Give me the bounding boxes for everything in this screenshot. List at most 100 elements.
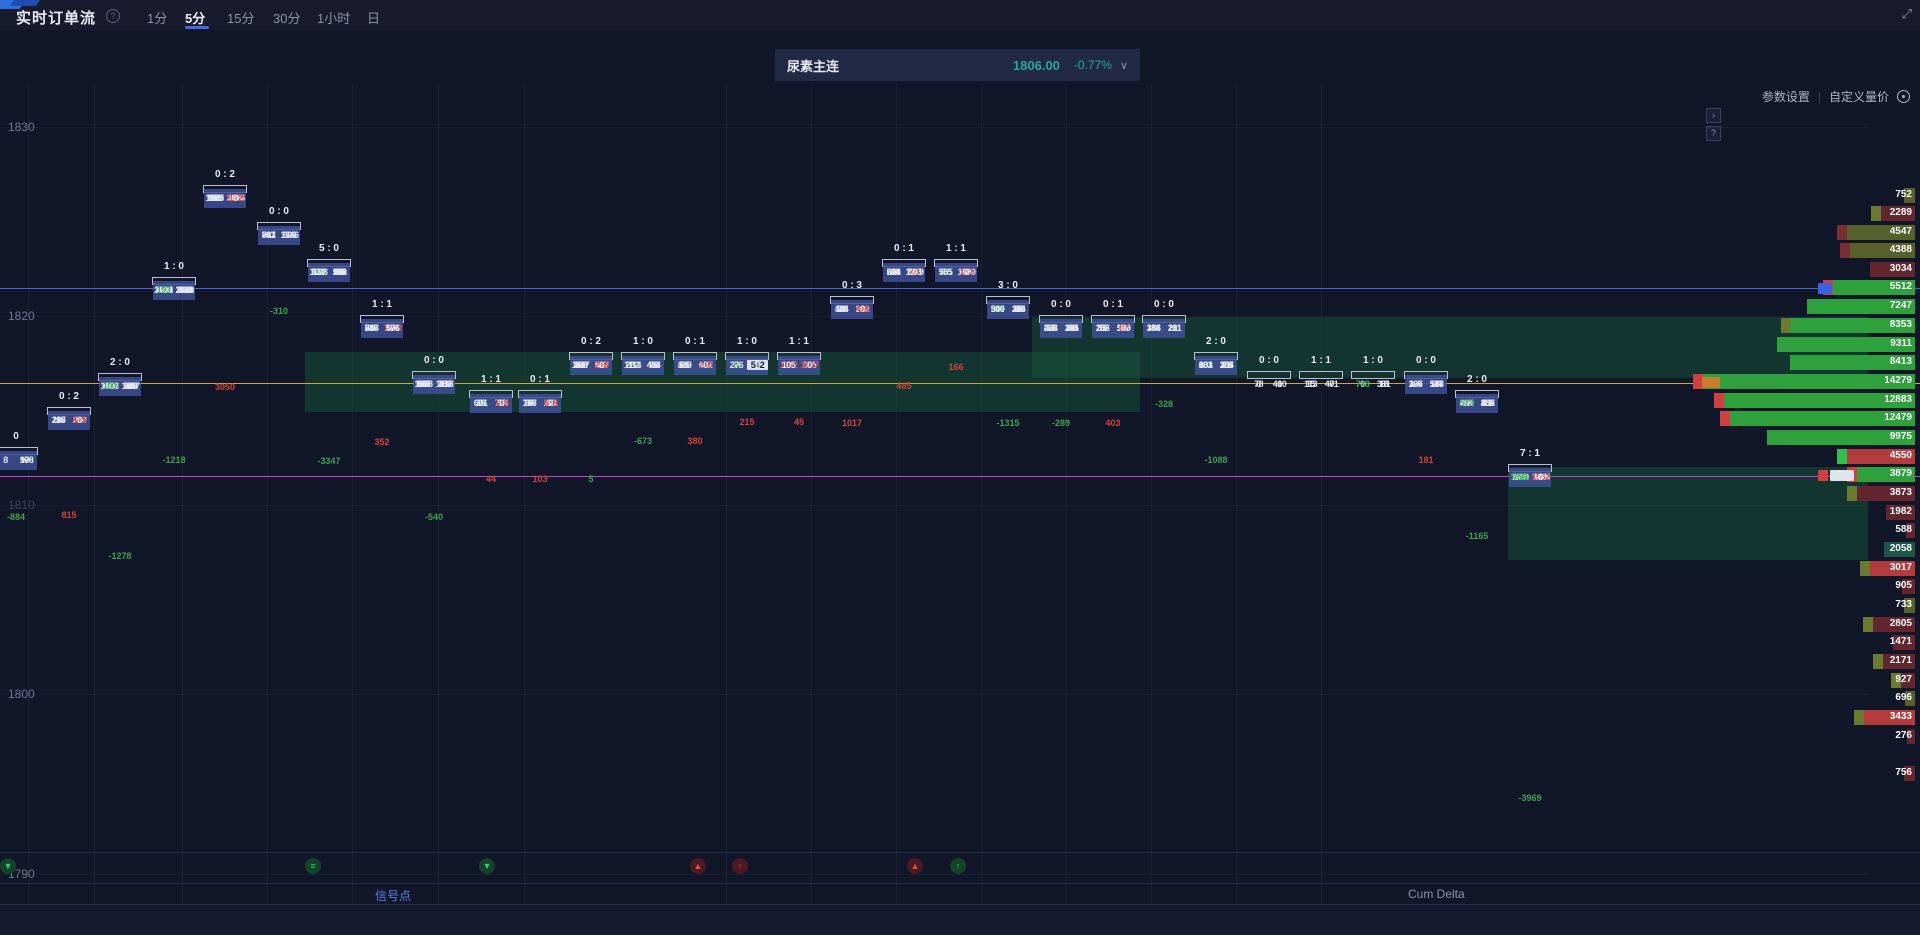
footprint-delta-footer: -1218 <box>144 455 204 465</box>
footprint-cell: 59 <box>570 360 591 370</box>
footprint-imbalance-header: 1 : 1 <box>1291 355 1351 366</box>
footprint-imbalance-header: 1 : 1 <box>926 243 986 254</box>
footprint-column[interactable]: 028611814405000302434416790 <box>830 296 874 304</box>
footprint-row: 80 <box>0 451 37 470</box>
footprint-cell: 4 <box>1008 304 1029 314</box>
volume-profile-value: 3879 <box>1890 468 1912 479</box>
volume-profile-bar <box>1703 374 1915 389</box>
volume-profile-value: 1471 <box>1890 636 1912 647</box>
footprint-cell: 0 <box>643 360 664 370</box>
footprint-column[interactable]: 3924244210446350757520122304204461305892… <box>307 259 351 267</box>
footprint-column[interactable]: 0233343876012048331661030 <box>1194 352 1238 360</box>
volume-profile-value: 2805 <box>1890 618 1912 629</box>
footprint-column[interactable]: 032772412721954283542340 <box>1039 315 1083 323</box>
footprint-column[interactable]: 97167109662438280850 <box>673 352 717 360</box>
footprint-column[interactable]: 09622149355412095095406154930 <box>882 259 926 267</box>
footprint-column[interactable]: 015161731385702526760 <box>1091 315 1135 323</box>
footprint-delta-footer: 181 <box>1396 455 1456 465</box>
signal-pane-label: 信号点 <box>375 887 411 904</box>
footprint-column[interactable]: 4532505511978205513401617200920891840207… <box>152 277 196 285</box>
footprint-row: 5300 <box>308 263 350 282</box>
footprint-row: 150 <box>1300 375 1342 394</box>
gridline-vertical <box>981 85 982 904</box>
volume-profile-value: 905 <box>1895 580 1912 591</box>
footprint-cell: 5 <box>935 267 956 277</box>
footprint-cell: 15 <box>1300 379 1321 389</box>
footprint-column[interactable]: 2831813462111542011380 <box>1142 315 1186 323</box>
signal-marker[interactable]: ≡ <box>305 858 321 874</box>
footprint-row: 850 <box>674 356 716 375</box>
footprint-imbalance-header: 0 : 1 <box>510 374 570 385</box>
footprint-cell: 637 <box>361 323 382 333</box>
price-axis-label: 1820 <box>8 309 35 323</box>
footprint-delta-footer: 352 <box>352 437 412 447</box>
footprint-imbalance-header: 0 : 1 <box>874 243 934 254</box>
footprint-row: 748381 <box>1352 375 1394 394</box>
footprint-column[interactable]: 0203246388567793651115813783803711994480 <box>412 371 456 379</box>
footprint-delta-footer: 3050 <box>195 382 255 392</box>
footprint-cell: 0 <box>16 455 37 465</box>
footprint-column[interactable]: 0273532374353054512021254356001665730 <box>1455 390 1499 398</box>
footprint-column[interactable]: 0752107312161095284612099725409204551781… <box>203 185 247 193</box>
signal-marker[interactable]: ▲ <box>907 858 923 874</box>
footprint-imbalance-header: 2 : 0 <box>1447 374 1507 385</box>
footprint-cell: 0 <box>1426 379 1447 389</box>
footprint-column[interactable]: 09833445311144542320 <box>621 352 665 360</box>
footprint-column[interactable]: 070224692491106171643062045404 <box>986 296 1030 304</box>
footprint-row: 1000 <box>99 377 141 396</box>
footprint-column[interactable]: 051171429755102055515250 <box>934 259 978 267</box>
footprint-column[interactable]: 113471150 <box>1299 371 1343 379</box>
footprint-column[interactable]: 018748381 <box>1351 371 1395 379</box>
price-level-line <box>0 476 1920 477</box>
footprint-cell: 0 <box>1113 323 1134 333</box>
footprint-cell: 360 <box>174 285 195 295</box>
volume-profile-segment <box>1837 225 1847 240</box>
footprint-row: 780 <box>1248 375 1290 394</box>
volume-profile-segment <box>1720 411 1730 426</box>
footprint-column[interactable]: 01292334094696701785871137276590 <box>569 352 613 360</box>
footprint-column[interactable]: 057336704601168360 <box>469 390 513 398</box>
footprint-imbalance-header: 1 : 0 <box>613 336 673 347</box>
footprint-column[interactable]: 060696112468173297130 <box>257 222 301 230</box>
footprint-row: 2320 <box>622 356 664 375</box>
footprint-imbalance-header: 1 : 1 <box>769 336 829 347</box>
signal-marker[interactable]: ▲ <box>690 858 706 874</box>
signal-marker[interactable]: ▼ <box>0 858 16 874</box>
footprint-column[interactable]: 013674362231367473610102465766370 <box>360 315 404 323</box>
signal-marker[interactable]: ↑ <box>950 858 966 874</box>
footprint-column[interactable]: 022725422760 <box>725 352 769 360</box>
footprint-column[interactable]: 0410780 <box>1247 371 1291 379</box>
footprint-column[interactable]: 0894749401323101787738624731641621644353… <box>98 373 142 381</box>
footprint-column[interactable]: 015820580023725011817580 <box>47 407 91 415</box>
signal-marker[interactable]: ▼ <box>479 858 495 874</box>
price-axis-label: 1800 <box>8 687 35 701</box>
footprint-row: 1670 <box>1405 375 1447 394</box>
footprint-column[interactable]: 060178271747588970 <box>518 390 562 398</box>
footprint-chart[interactable]: 017890680-8840 : 20158205800237250118175… <box>0 0 1920 935</box>
footprint-column[interactable]: 0954507645715176312127678217921225744161… <box>1508 464 1552 472</box>
price-level-line <box>0 383 1920 384</box>
footprint-imbalance-header: 0 : 3 <box>822 280 882 291</box>
footprint-cell: 0 <box>491 398 512 408</box>
footprint-imbalance-header: 2 : 0 <box>90 357 150 368</box>
footprint-delta-footer: 815 <box>39 510 99 520</box>
gridline-vertical <box>182 85 183 904</box>
footprint-row: 60 <box>1092 319 1134 338</box>
footprint-column[interactable]: 17890680 <box>0 447 38 455</box>
volume-profile-segment <box>1871 206 1881 221</box>
footprint-cell: 193 <box>153 285 174 295</box>
footprint-row: 1050 <box>778 356 820 375</box>
footprint-column[interactable]: 01173265882051741670 <box>1404 371 1448 379</box>
volume-profile-value: 588 <box>1895 524 1912 535</box>
footprint-column[interactable]: 0305110210171050 <box>777 352 821 360</box>
signal-marker[interactable]: ↑ <box>732 858 748 874</box>
footprint-cell: 85 <box>674 360 695 370</box>
footprint-cell: 0 <box>695 360 716 370</box>
volume-profile-value: 9311 <box>1890 338 1912 349</box>
footprint-delta-footer: 380 <box>665 436 725 446</box>
volume-profile-value: 2289 <box>1890 207 1912 218</box>
volume-profile-segment <box>1854 710 1864 725</box>
time-axis[interactable] <box>0 904 1920 935</box>
price-marker-chip <box>1830 470 1854 481</box>
footprint-imbalance-header: 2 : 0 <box>1186 336 1246 347</box>
